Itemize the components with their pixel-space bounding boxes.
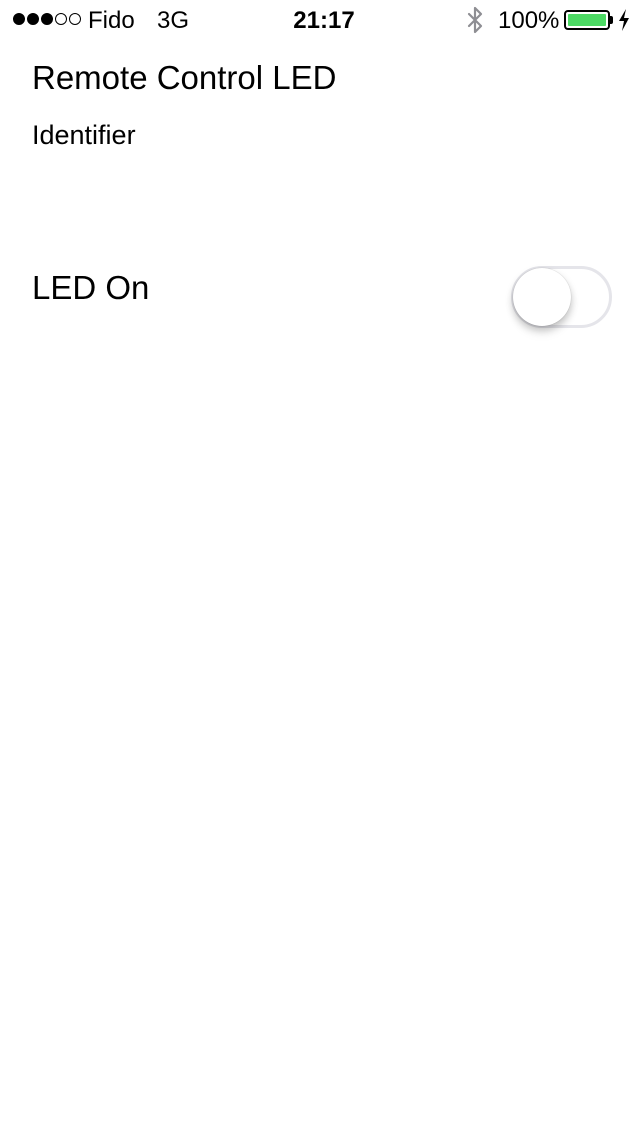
led-toggle-switch[interactable] [511, 266, 612, 328]
battery-nub [610, 16, 613, 24]
bluetooth-icon [467, 6, 483, 34]
app-screen: Fido 3G 21:17 100% Remote Control LED Id… [0, 0, 640, 1136]
identifier-label: Identifier [32, 120, 136, 150]
led-on-label: LED On [32, 269, 150, 306]
status-bar: Fido 3G 21:17 100% [0, 0, 640, 40]
page-title: Remote Control LED [32, 59, 337, 96]
bolt-icon [619, 9, 629, 31]
battery-fill [568, 14, 606, 26]
battery-icon [564, 10, 610, 30]
battery-percent: 100% [498, 7, 560, 34]
led-setting-row: LED On [0, 256, 640, 336]
toggle-knob[interactable] [513, 268, 571, 326]
